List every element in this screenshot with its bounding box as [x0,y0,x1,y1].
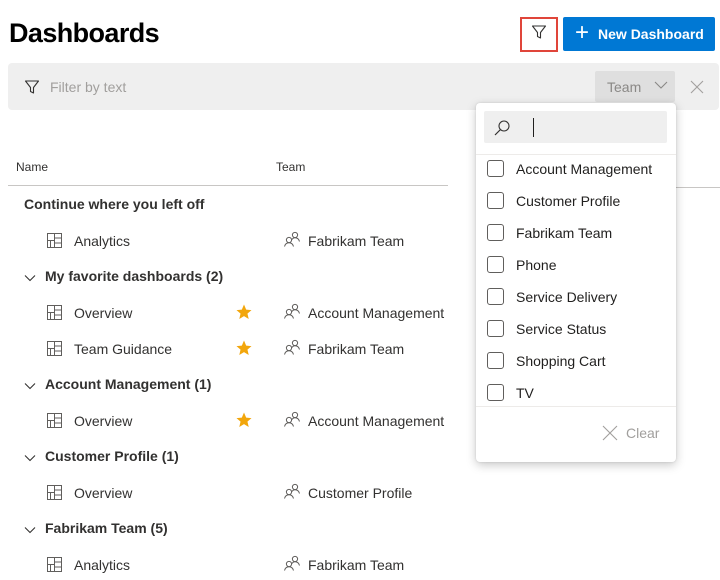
dashboard-icon [47,305,62,323]
favorite-star-icon[interactable] [235,303,253,324]
team-option[interactable]: Customer Profile [476,185,676,217]
team-option-label: Service Delivery [516,289,618,305]
dashboard-icon [47,485,62,503]
group-header[interactable]: Customer Profile (1) [0,438,470,474]
team-option[interactable]: Service Status [476,313,676,345]
team-option-checkbox[interactable] [487,160,504,177]
dashboard-row[interactable]: Analytics Fabrikam Team [0,222,470,258]
team-icon [283,339,301,358]
dashboard-name-link[interactable]: Analytics [74,557,130,573]
group-header[interactable]: Fabrikam Team (5) [0,510,470,546]
team-option-label: Shopping Cart [516,353,606,369]
team-name: Fabrikam Team [308,341,405,357]
team-option-checkbox[interactable] [487,288,504,305]
dashboard-row[interactable]: Team Guidance Fabrikam Team [0,330,470,366]
search-icon [493,119,511,142]
team-option-checkbox[interactable] [487,352,504,369]
chevron-down-icon [654,77,668,93]
team-icon [283,231,301,250]
dashboard-row[interactable]: Overview Account Management [0,402,470,438]
plus-icon: + [575,19,590,46]
team-filter-label: Team [607,78,642,95]
clear-filters-icon[interactable] [690,80,704,99]
team-option[interactable]: Service Delivery [476,281,676,313]
team-icon [283,483,301,502]
dashboard-row[interactable]: Overview Account Management [0,294,470,330]
team-name: Customer Profile [308,485,413,501]
new-dashboard-button[interactable]: + New Dashboard [563,17,715,51]
group-title: My favorite dashboards (2) [45,268,224,284]
dashboard-name-link[interactable]: Overview [74,413,132,429]
team-option-checkbox[interactable] [487,224,504,241]
dashboard-name-link[interactable]: Team Guidance [74,341,172,357]
header-divider [676,187,720,188]
group-title: Continue where you left off [24,196,205,212]
dashboard-icon [47,341,62,359]
chevron-down-icon[interactable] [24,270,36,286]
team-name: Fabrikam Team [308,233,405,249]
team-option-checkbox[interactable] [487,320,504,337]
group-title: Customer Profile (1) [45,448,179,464]
team-icon [283,555,301,574]
team-search-input[interactable] [484,111,667,143]
close-icon [602,425,618,441]
group-header[interactable]: My favorite dashboards (2) [0,258,470,294]
dashboard-name-link[interactable]: Analytics [74,233,130,249]
team-option-checkbox[interactable] [487,384,504,401]
dashboard-name-link[interactable]: Overview [74,485,132,501]
team-option[interactable]: TV [476,377,676,409]
panel-divider [476,406,676,407]
group-title: Fabrikam Team (5) [45,520,168,536]
team-option[interactable]: Shopping Cart [476,345,676,377]
page-title: Dashboards [9,18,160,48]
column-header-team[interactable]: Team [276,160,305,174]
team-icon [283,303,301,322]
dashboard-icon [47,413,62,431]
team-option-label: Account Management [516,161,653,177]
filter-toggle-button[interactable] [520,17,558,52]
team-option-label: Phone [516,257,557,273]
chevron-down-icon[interactable] [24,450,36,466]
dashboard-name-link[interactable]: Overview [74,305,132,321]
dashboard-icon [47,233,62,251]
filter-icon [531,24,547,45]
team-option-label: Customer Profile [516,193,621,209]
new-dashboard-label: New Dashboard [598,26,704,42]
chevron-down-icon[interactable] [24,522,36,538]
team-option[interactable]: Phone [476,249,676,281]
text-cursor [533,118,534,137]
team-name: Account Management [308,413,445,429]
team-options-list: Account Management Customer Profile Fabrik… [476,153,676,409]
team-option-checkbox[interactable] [487,192,504,209]
chevron-down-icon[interactable] [24,378,36,394]
clear-label: Clear [626,425,660,441]
team-name: Account Management [308,305,445,321]
group-header[interactable]: Account Management (1) [0,366,470,402]
team-icon [283,411,301,430]
team-option-label: Service Status [516,321,607,337]
team-name: Fabrikam Team [308,557,405,573]
team-option-label: Fabrikam Team [516,225,613,241]
dashboard-list: Continue where you left off Analytics Fabr… [0,186,470,580]
dashboard-row[interactable]: Analytics Fabrikam Team [0,546,470,580]
column-header-name[interactable]: Name [16,160,48,174]
filter-text-input[interactable]: Filter by text [50,79,126,95]
group-header: Continue where you left off [0,186,470,222]
team-filter-panel: Account Management Customer Profile Fabrik… [476,103,676,462]
team-option-label: TV [516,385,534,401]
clear-selection-button[interactable]: Clear [602,425,659,441]
group-title: Account Management (1) [45,376,212,392]
team-filter-dropdown[interactable]: Team [595,71,675,102]
team-option[interactable]: Fabrikam Team [476,217,676,249]
team-option[interactable]: Account Management [476,153,676,185]
favorite-star-icon[interactable] [235,411,253,432]
dashboard-icon [47,557,62,575]
filter-icon [24,79,40,100]
favorite-star-icon[interactable] [235,339,253,360]
team-option-checkbox[interactable] [487,256,504,273]
dashboard-row[interactable]: Overview Customer Profile [0,474,470,510]
